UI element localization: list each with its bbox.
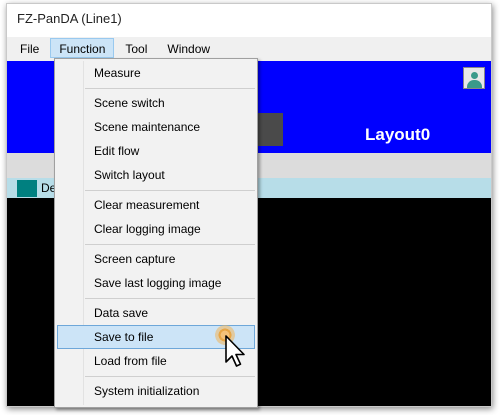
menu-window[interactable]: Window xyxy=(158,38,219,58)
menu-item-clear-measurement[interactable]: Clear measurement xyxy=(57,193,255,217)
menu-separator xyxy=(85,376,255,377)
user-icon-head xyxy=(471,72,478,79)
menu-item-switch-layout[interactable]: Switch layout xyxy=(57,163,255,187)
menu-item-edit-flow[interactable]: Edit flow xyxy=(57,139,255,163)
user-icon-body xyxy=(467,80,482,88)
menu-item-clear-logging-image[interactable]: Clear logging image xyxy=(57,217,255,241)
mouse-cursor-icon xyxy=(225,335,245,367)
tab-marker xyxy=(17,180,37,197)
menu-bar: File Function Tool Window xyxy=(7,37,491,59)
menu-item-measure[interactable]: Measure xyxy=(57,61,255,85)
menu-item-data-save[interactable]: Data save xyxy=(57,301,255,325)
menu-separator xyxy=(85,298,255,299)
menu-item-screen-capture[interactable]: Screen capture xyxy=(57,247,255,271)
menu-item-system-initialization[interactable]: System initialization xyxy=(57,379,255,403)
menu-tool[interactable]: Tool xyxy=(116,38,156,58)
menu-separator xyxy=(85,244,255,245)
menu-separator xyxy=(85,88,255,89)
menu-file[interactable]: File xyxy=(11,38,48,58)
menu-item-scene-switch[interactable]: Scene switch xyxy=(57,91,255,115)
menu-separator xyxy=(85,190,255,191)
window-title: FZ-PanDA (Line1) xyxy=(7,4,491,37)
menu-function[interactable]: Function xyxy=(50,38,115,58)
menu-item-scene-maintenance[interactable]: Scene maintenance xyxy=(57,115,255,139)
layout-label: Layout0 xyxy=(365,125,431,144)
menu-item-save-last-logging-image[interactable]: Save last logging image xyxy=(57,271,255,295)
user-icon[interactable] xyxy=(463,67,485,89)
